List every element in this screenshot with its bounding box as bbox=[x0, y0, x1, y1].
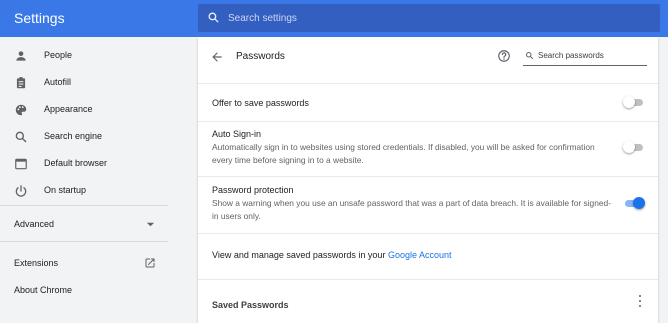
auto-signin-row[interactable]: Auto Sign-in Automatically sign in to we… bbox=[198, 121, 658, 171]
sidebar-about-label: About Chrome bbox=[14, 285, 73, 295]
power-icon bbox=[15, 185, 27, 197]
offer-to-save-row[interactable]: Offer to save passwords bbox=[198, 83, 658, 121]
sidebar-item-appearance[interactable]: Appearance bbox=[0, 97, 168, 123]
offer-to-save-label: Offer to save passwords bbox=[212, 98, 309, 108]
sidebar-item-about-chrome[interactable]: About Chrome bbox=[0, 277, 168, 303]
password-protection-toggle[interactable] bbox=[623, 197, 645, 209]
sidebar-item-search-engine[interactable]: Search engine bbox=[0, 124, 168, 150]
sidebar-divider bbox=[0, 205, 168, 206]
sidebar-item-label: Appearance bbox=[44, 104, 93, 114]
search-icon bbox=[208, 12, 219, 23]
sidebar-item-on-startup[interactable]: On startup bbox=[0, 178, 168, 204]
search-icon bbox=[15, 131, 27, 143]
toggle-knob bbox=[623, 96, 635, 108]
sidebar-item-label: People bbox=[44, 50, 73, 60]
toggle-knob bbox=[633, 197, 645, 209]
sidebar-item-default-browser[interactable]: Default browser bbox=[0, 151, 168, 177]
manage-passwords-row: View and manage saved passwords in your … bbox=[198, 233, 658, 277]
page-title: Passwords bbox=[236, 51, 285, 62]
google-account-link[interactable]: Google Account bbox=[388, 250, 452, 260]
sidebar-item-label: Default browser bbox=[44, 158, 108, 168]
settings-search-input[interactable] bbox=[228, 8, 648, 28]
sidebar-item-extensions[interactable]: Extensions bbox=[0, 250, 168, 276]
manage-passwords-prefix: View and manage saved passwords in your bbox=[212, 250, 388, 260]
sidebar-advanced-toggle[interactable]: Advanced bbox=[0, 211, 168, 237]
sidebar-item-autofill[interactable]: Autofill bbox=[0, 70, 168, 96]
sidebar-advanced-label: Advanced bbox=[14, 219, 55, 229]
open-in-new-icon bbox=[145, 258, 155, 268]
browser-icon bbox=[15, 158, 27, 170]
passwords-card: Passwords Offer to save passwords Auto S… bbox=[198, 37, 658, 323]
clipboard-icon bbox=[16, 77, 26, 89]
help-icon[interactable] bbox=[497, 49, 511, 63]
saved-passwords-title: Saved Passwords bbox=[212, 300, 289, 310]
sidebar-item-label: On startup bbox=[44, 185, 87, 195]
sidebar: People Autofill Appearance Search engine… bbox=[0, 37, 168, 323]
app-title: Settings bbox=[14, 10, 65, 26]
auto-signin-label: Auto Sign-in bbox=[212, 129, 262, 139]
sidebar-item-label: Autofill bbox=[44, 77, 72, 87]
password-protection-description: Show a warning when you use an unsafe pa… bbox=[212, 198, 611, 221]
auto-signin-description: Automatically sign in to websites using … bbox=[212, 142, 595, 165]
back-arrow-icon[interactable] bbox=[210, 50, 224, 64]
passwords-header: Passwords bbox=[198, 37, 658, 77]
sidebar-divider bbox=[0, 241, 168, 242]
top-bar: Settings bbox=[0, 0, 668, 37]
person-icon bbox=[16, 51, 26, 61]
password-protection-label: Password protection bbox=[212, 185, 294, 195]
offer-to-save-toggle[interactable] bbox=[623, 96, 645, 108]
sidebar-item-label: Search engine bbox=[44, 131, 103, 141]
toggle-knob bbox=[623, 141, 635, 153]
palette-icon bbox=[15, 104, 27, 116]
saved-passwords-row: Saved Passwords bbox=[198, 279, 658, 323]
sidebar-extensions-label: Extensions bbox=[14, 258, 59, 268]
chevron-down-icon bbox=[146, 222, 155, 227]
password-search-field[interactable] bbox=[523, 46, 647, 66]
search-icon bbox=[526, 52, 533, 59]
more-actions-icon[interactable] bbox=[636, 294, 644, 308]
password-protection-row[interactable]: Password protection Show a warning when … bbox=[198, 176, 658, 228]
auto-signin-toggle[interactable] bbox=[623, 141, 645, 153]
sidebar-item-people[interactable]: People bbox=[0, 43, 168, 69]
password-search-input[interactable] bbox=[538, 48, 644, 62]
settings-search-bar[interactable] bbox=[198, 4, 660, 32]
manage-passwords-text: View and manage saved passwords in your … bbox=[212, 250, 451, 260]
